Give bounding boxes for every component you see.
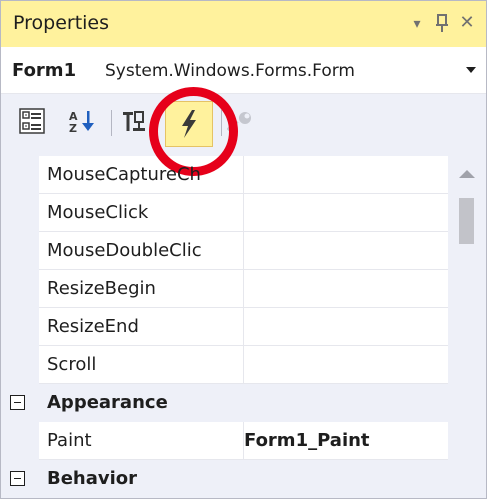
title-bar: Properties ▾ ✕	[1, 1, 486, 47]
property-value[interactable]: Form1_Paint	[236, 422, 456, 460]
close-icon: ✕	[459, 12, 475, 33]
property-value[interactable]	[236, 270, 456, 308]
grid-row[interactable]: MouseDoubleClic	[1, 232, 456, 270]
property-name: Scroll	[39, 346, 244, 384]
property-value[interactable]	[236, 194, 456, 232]
scroll-up-icon[interactable]	[459, 170, 475, 178]
collapse-icon[interactable]	[10, 395, 25, 410]
properties-icon	[123, 111, 145, 131]
window-options-button[interactable]: ▾	[404, 9, 430, 37]
category-appearance[interactable]: Appearance	[1, 384, 448, 422]
grid-row[interactable]: Scroll	[1, 346, 456, 384]
grid-row[interactable]: ResizeEnd	[1, 308, 456, 346]
object-name: Form1	[12, 60, 77, 81]
vertical-scrollbar[interactable]	[448, 156, 486, 498]
alphabetical-icon: A Z	[69, 110, 94, 135]
property-name: Paint	[39, 422, 244, 460]
property-name: MouseDoubleClic	[39, 232, 244, 270]
grid-row[interactable]: ResizeBegin	[1, 270, 456, 308]
chevron-down-icon	[466, 67, 476, 73]
collapse-icon[interactable]	[10, 471, 25, 486]
categorized-button[interactable]	[19, 108, 51, 138]
grid-row[interactable]: MouseClick	[1, 194, 456, 232]
object-type: System.Windows.Forms.Form	[105, 61, 355, 81]
close-button[interactable]: ✕	[454, 9, 480, 37]
property-value[interactable]	[236, 156, 456, 194]
svg-text:Z: Z	[69, 122, 77, 134]
object-selector[interactable]: Form1 System.Windows.Forms.Form	[1, 47, 486, 94]
category-behavior[interactable]: Behavior	[1, 460, 448, 498]
property-name: MouseCaptureCh	[39, 156, 244, 194]
category-label: Appearance	[47, 392, 168, 413]
toolbar-separator	[111, 110, 112, 136]
property-grid: MouseCaptureCh MouseClick MouseDoubleCli…	[1, 156, 456, 498]
grid-row[interactable]: Paint Form1_Paint	[1, 422, 456, 460]
window-title: Properties	[13, 12, 110, 34]
property-name: MouseClick	[39, 194, 244, 232]
scroll-thumb[interactable]	[459, 198, 474, 244]
property-value[interactable]	[236, 308, 456, 346]
category-label: Behavior	[47, 468, 138, 489]
property-name: ResizeEnd	[39, 308, 244, 346]
categorized-icon	[19, 108, 45, 134]
alphabetical-button[interactable]: A Z	[67, 108, 99, 138]
property-value[interactable]	[236, 346, 456, 384]
property-name: ResizeBegin	[39, 270, 244, 308]
pin-icon	[436, 14, 448, 32]
grid-row[interactable]: MouseCaptureCh	[1, 156, 456, 194]
pin-button[interactable]	[429, 9, 455, 37]
properties-window: Properties ▾ ✕ Form1 System.Windows.Form…	[0, 0, 487, 499]
chevron-down-icon: ▾	[413, 16, 421, 32]
property-value[interactable]	[236, 232, 456, 270]
